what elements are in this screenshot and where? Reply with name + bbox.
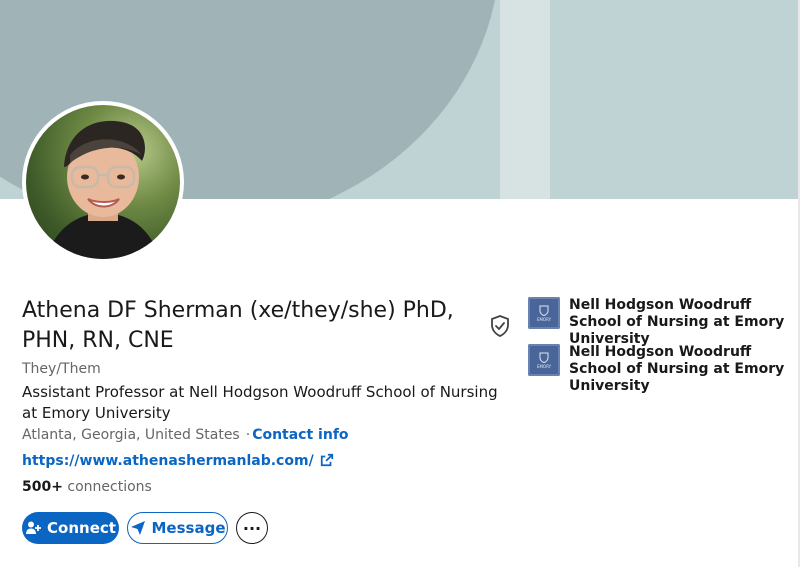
person-photo-icon	[46, 120, 160, 259]
verified-shield-icon[interactable]	[488, 314, 512, 338]
logo-text: EMORY	[536, 316, 552, 322]
website-row: https://www.athenashermanlab.com/	[22, 453, 334, 471]
profile-name: Athena DF Sherman (xe/they/she) PhD, PHN…	[22, 298, 454, 353]
pronouns: They/Them	[22, 361, 101, 377]
website-link[interactable]: https://www.athenashermanlab.com/	[22, 453, 314, 469]
logo-text: EMORY	[536, 363, 552, 369]
profile-photo[interactable]	[22, 101, 184, 263]
emory-logo-icon: EMORY	[528, 344, 560, 376]
contact-info-link[interactable]: Contact info	[252, 427, 348, 443]
current-organization[interactable]: EMORY Nell Hodgson Woodruff School of Nu…	[528, 297, 790, 348]
location: Atlanta, Georgia, United States	[22, 427, 240, 443]
connect-button[interactable]: Connect	[22, 512, 119, 544]
message-label: Message	[151, 519, 226, 537]
emory-logo-icon: EMORY	[528, 297, 560, 329]
organization-name: Nell Hodgson Woodruff School of Nursing …	[569, 344, 785, 394]
message-button[interactable]: Message	[127, 512, 228, 544]
send-icon	[130, 521, 145, 535]
connections-number: 500+	[22, 479, 63, 495]
add-person-icon	[26, 521, 42, 534]
profile-headline: Assistant Professor at Nell Hodgson Wood…	[22, 383, 498, 422]
more-actions-button[interactable]: ···	[236, 512, 268, 544]
organization-name: Nell Hodgson Woodruff School of Nursing …	[569, 297, 785, 347]
connections-count: 500+ connections	[22, 479, 152, 495]
avatar	[26, 105, 180, 259]
external-link-icon[interactable]	[320, 453, 334, 471]
location-row: Atlanta, Georgia, United States · Contact …	[22, 427, 349, 443]
connections-label: connections	[67, 479, 152, 495]
more-icon: ···	[242, 518, 262, 538]
banner-strip	[500, 0, 550, 199]
separator: ·	[245, 427, 251, 443]
education-organization[interactable]: EMORY Nell Hodgson Woodruff School of Nu…	[528, 344, 790, 395]
connect-label: Connect	[47, 519, 116, 537]
